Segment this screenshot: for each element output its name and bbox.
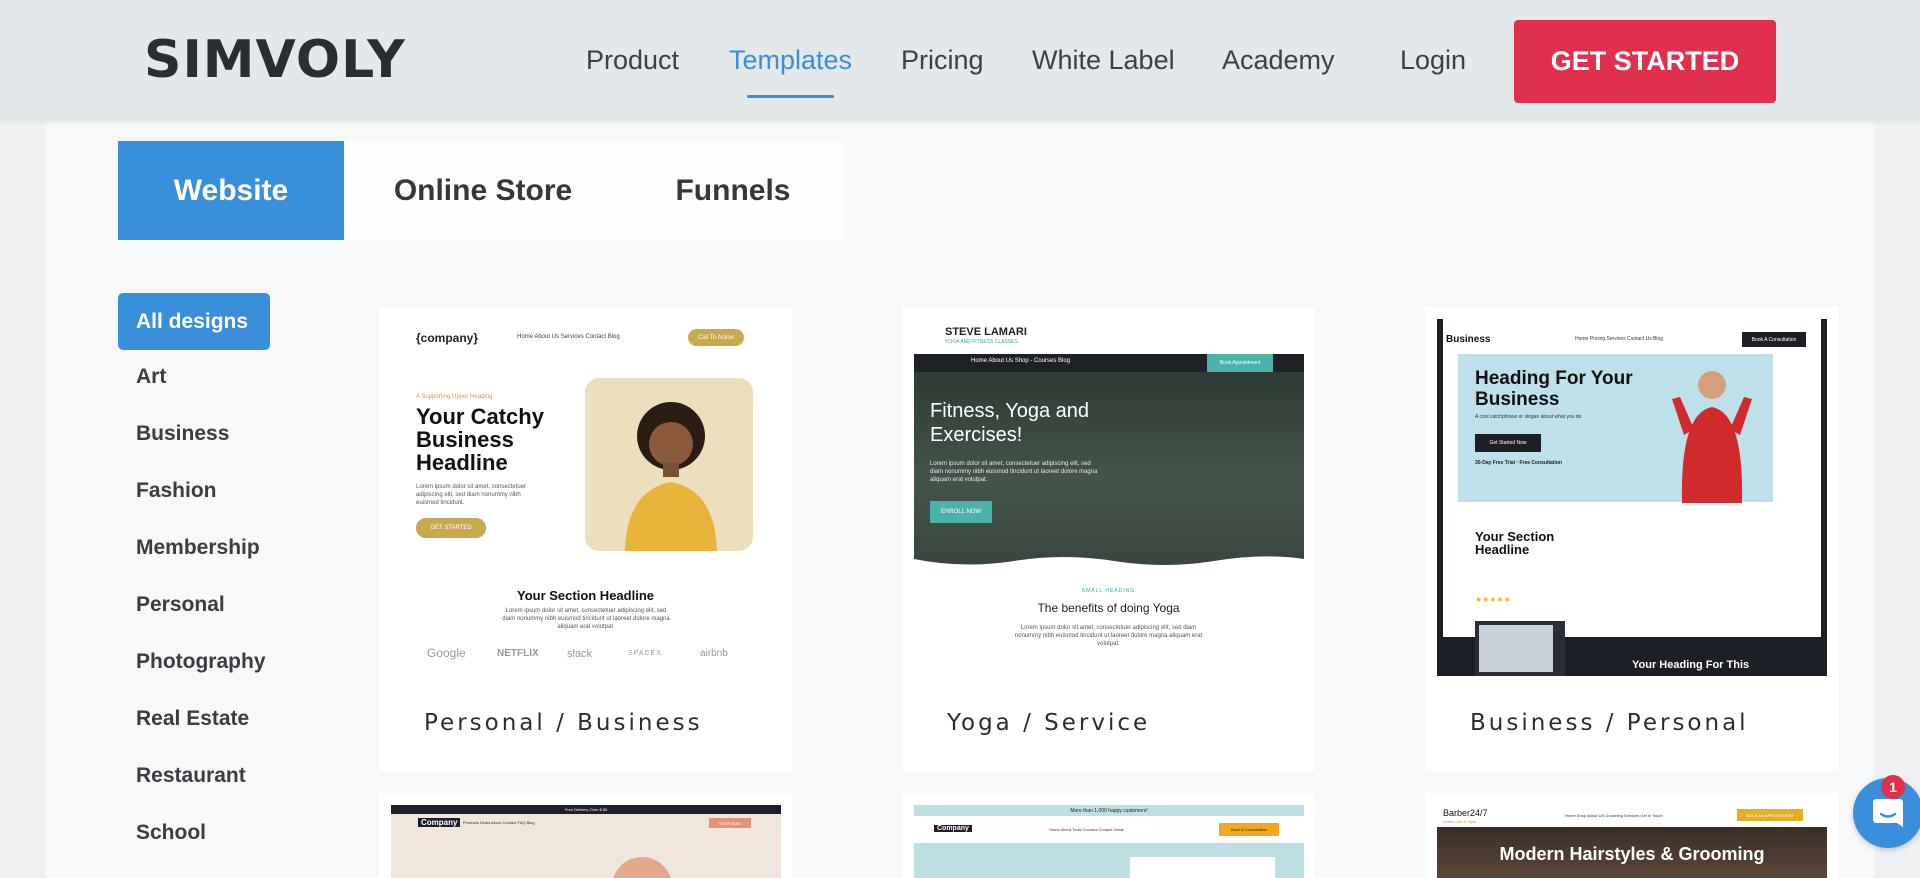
preview-headline: Modern Hairstyles & Grooming: [1499, 844, 1765, 864]
preview-nav: Home About Tools Courses Contact Deals: [1049, 827, 1124, 832]
card-caption: Business / Personal: [1470, 710, 1749, 736]
nav-active-underline: [747, 95, 834, 98]
preview-cta: Book Appointment: [1207, 354, 1273, 372]
preview-brand: {company}: [416, 331, 479, 345]
preview-section-title: The benefits of doing Yoga: [1037, 601, 1180, 615]
preview-headline: Heading For Your Business: [1475, 368, 1633, 410]
preview-brand: Business: [1446, 334, 1491, 345]
preview-cta: SHOP NOW: [709, 818, 751, 828]
tab-online-store[interactable]: Online Store: [344, 141, 622, 240]
preview-hero-photo: [1130, 857, 1275, 878]
preview-cta: Book A Consultation: [1219, 823, 1279, 836]
preview-button: Get Started Now: [1475, 434, 1541, 452]
category-personal[interactable]: Personal: [136, 593, 225, 617]
category-school[interactable]: School: [136, 821, 206, 845]
card-caption: Yoga / Service: [947, 710, 1151, 736]
category-all-designs[interactable]: All designs: [118, 293, 270, 350]
template-preview: More than 1,000 happy customers! Company…: [914, 805, 1304, 878]
template-card-personal-business[interactable]: {company} Home About Us Services Contact…: [379, 307, 792, 771]
preview-nav: Home About Us Services Contact Blog: [517, 334, 620, 340]
template-card-store[interactable]: Free Delivery Over $ 80 Company Products…: [379, 793, 792, 878]
logo-airbnb: airbnb: [700, 648, 728, 659]
nav-login[interactable]: Login: [1400, 45, 1466, 76]
preview-hero-circle: [612, 857, 672, 878]
preview-tagline: Great Cuts & Style: [1443, 819, 1477, 824]
nav-academy[interactable]: Academy: [1222, 45, 1335, 76]
logo-google: Google: [427, 646, 466, 660]
preview-section-body: Lorem ipsum dolor sit amet, consectetuer…: [502, 608, 670, 630]
template-preview: Free Delivery Over $ 80 Company Products…: [391, 805, 781, 878]
template-card-business-personal[interactable]: Business Home Pricing Services Contact U…: [1425, 307, 1838, 771]
template-card-coaching[interactable]: More than 1,000 happy customers! Company…: [902, 793, 1315, 878]
preview-brand: STEVE LAMARI: [945, 326, 1027, 338]
template-preview: Barber24/7 Great Cuts & Style Home Shop …: [1437, 805, 1827, 878]
preview-topbar: More than 1,000 happy customers!: [914, 805, 1304, 816]
template-type-tabs: Website Online Store Funnels: [118, 141, 844, 240]
simvoly-logo[interactable]: SIMVOLY: [144, 30, 406, 90]
preview-headline: Fitness, Yoga and Exercises!: [930, 400, 1090, 446]
card-caption: Personal / Business: [424, 710, 703, 736]
get-started-button[interactable]: GET STARTED: [1514, 20, 1776, 103]
site-header: SIMVOLY Product Templates Pricing White …: [0, 0, 1920, 122]
template-preview: {company} Home About Us Services Contact…: [379, 307, 792, 687]
preview-nav: Home Pricing Services Contact Us Blog: [1575, 336, 1664, 342]
logo-slack: slack: [567, 648, 593, 660]
hero-wave-divider: [914, 556, 1304, 571]
template-preview: Business Home Pricing Services Contact U…: [1437, 319, 1827, 676]
preview-nav: Home About Us Shop - Courses Blog: [971, 358, 1071, 364]
nav-product[interactable]: Product: [586, 45, 679, 76]
preview-portrait: [585, 378, 753, 551]
preview-eyebrow: A Supporting Upper Heading: [416, 394, 493, 400]
preview-section-title: Your Section Headline: [1475, 529, 1555, 557]
preview-perks: 30-Day Free Trial · Free Consultation: [1475, 460, 1562, 466]
rating-stars: ★★★★★: [1475, 595, 1511, 604]
template-preview: STEVE LAMARI YOGA AND FITNESS CLASSES Ho…: [902, 307, 1315, 687]
preview-section-body: Lorem ipsum dolor sit amet, consectetuer…: [1014, 625, 1203, 647]
category-photography[interactable]: Photography: [136, 650, 266, 674]
preview-body: Lorem ipsum dolor sit amet, consectetuer…: [930, 461, 1098, 483]
preview-headline: Your Catchy Business Headline: [416, 404, 544, 475]
preview-tagline: YOGA AND FITNESS CLASSES: [945, 339, 1018, 345]
preview-brand: Barber24/7: [1443, 808, 1488, 818]
tab-funnels[interactable]: Funnels: [622, 141, 844, 240]
preview-button: GET STARTED: [416, 518, 486, 538]
preview-cta: Call To Action: [688, 329, 744, 346]
category-membership[interactable]: Membership: [136, 536, 260, 560]
category-fashion[interactable]: Fashion: [136, 479, 217, 503]
category-restaurant[interactable]: Restaurant: [136, 764, 246, 788]
logo-spacex: SPACEX: [628, 650, 662, 657]
category-real-estate[interactable]: Real Estate: [136, 707, 249, 731]
chat-notification-badge: 1: [1881, 775, 1905, 799]
logo-netflix: NETFLIX: [497, 648, 539, 659]
category-business[interactable]: Business: [136, 422, 229, 446]
woman-illustration: [625, 402, 717, 551]
category-art[interactable]: Art: [136, 365, 166, 389]
nav-white-label[interactable]: White Label: [1032, 45, 1175, 76]
template-card-barber[interactable]: Barber24/7 Great Cuts & Style Home Shop …: [1425, 793, 1838, 878]
preview-button: ENROLL NOW: [930, 501, 992, 523]
preview-cta: BOOK AN APPOINTMENT: [1737, 809, 1803, 821]
preview-section-title: Your Section Headline: [516, 588, 654, 603]
man-illustration: [1672, 371, 1752, 503]
chat-icon: [1873, 799, 1903, 827]
template-card-yoga-service[interactable]: STEVE LAMARI YOGA AND FITNESS CLASSES Ho…: [902, 307, 1315, 771]
preview-banner-title: Your Heading For This: [1632, 659, 1750, 671]
preview-sub: A cool catchphrase or slogan about what …: [1475, 414, 1582, 420]
preview-body: Lorem ipsum dolor sit amet, consectetuer…: [416, 484, 527, 506]
preview-nav: Home Shop About US Grooming Services Get…: [1565, 813, 1663, 818]
preview-banner-photo: [1475, 621, 1565, 676]
preview-nav: Products Deals About Contact FAQ Blog: [463, 820, 535, 825]
tab-website[interactable]: Website: [118, 141, 344, 240]
preview-brand: Company: [934, 825, 972, 832]
nav-templates[interactable]: Templates: [729, 45, 852, 76]
preview-topbar: Free Delivery Over $ 80: [391, 805, 781, 814]
nav-pricing[interactable]: Pricing: [901, 45, 984, 76]
preview-brand: Company: [418, 818, 461, 827]
preview-small-heading: SMALL HEADING: [1081, 588, 1136, 594]
preview-cta: Book A Consultation: [1742, 332, 1806, 347]
